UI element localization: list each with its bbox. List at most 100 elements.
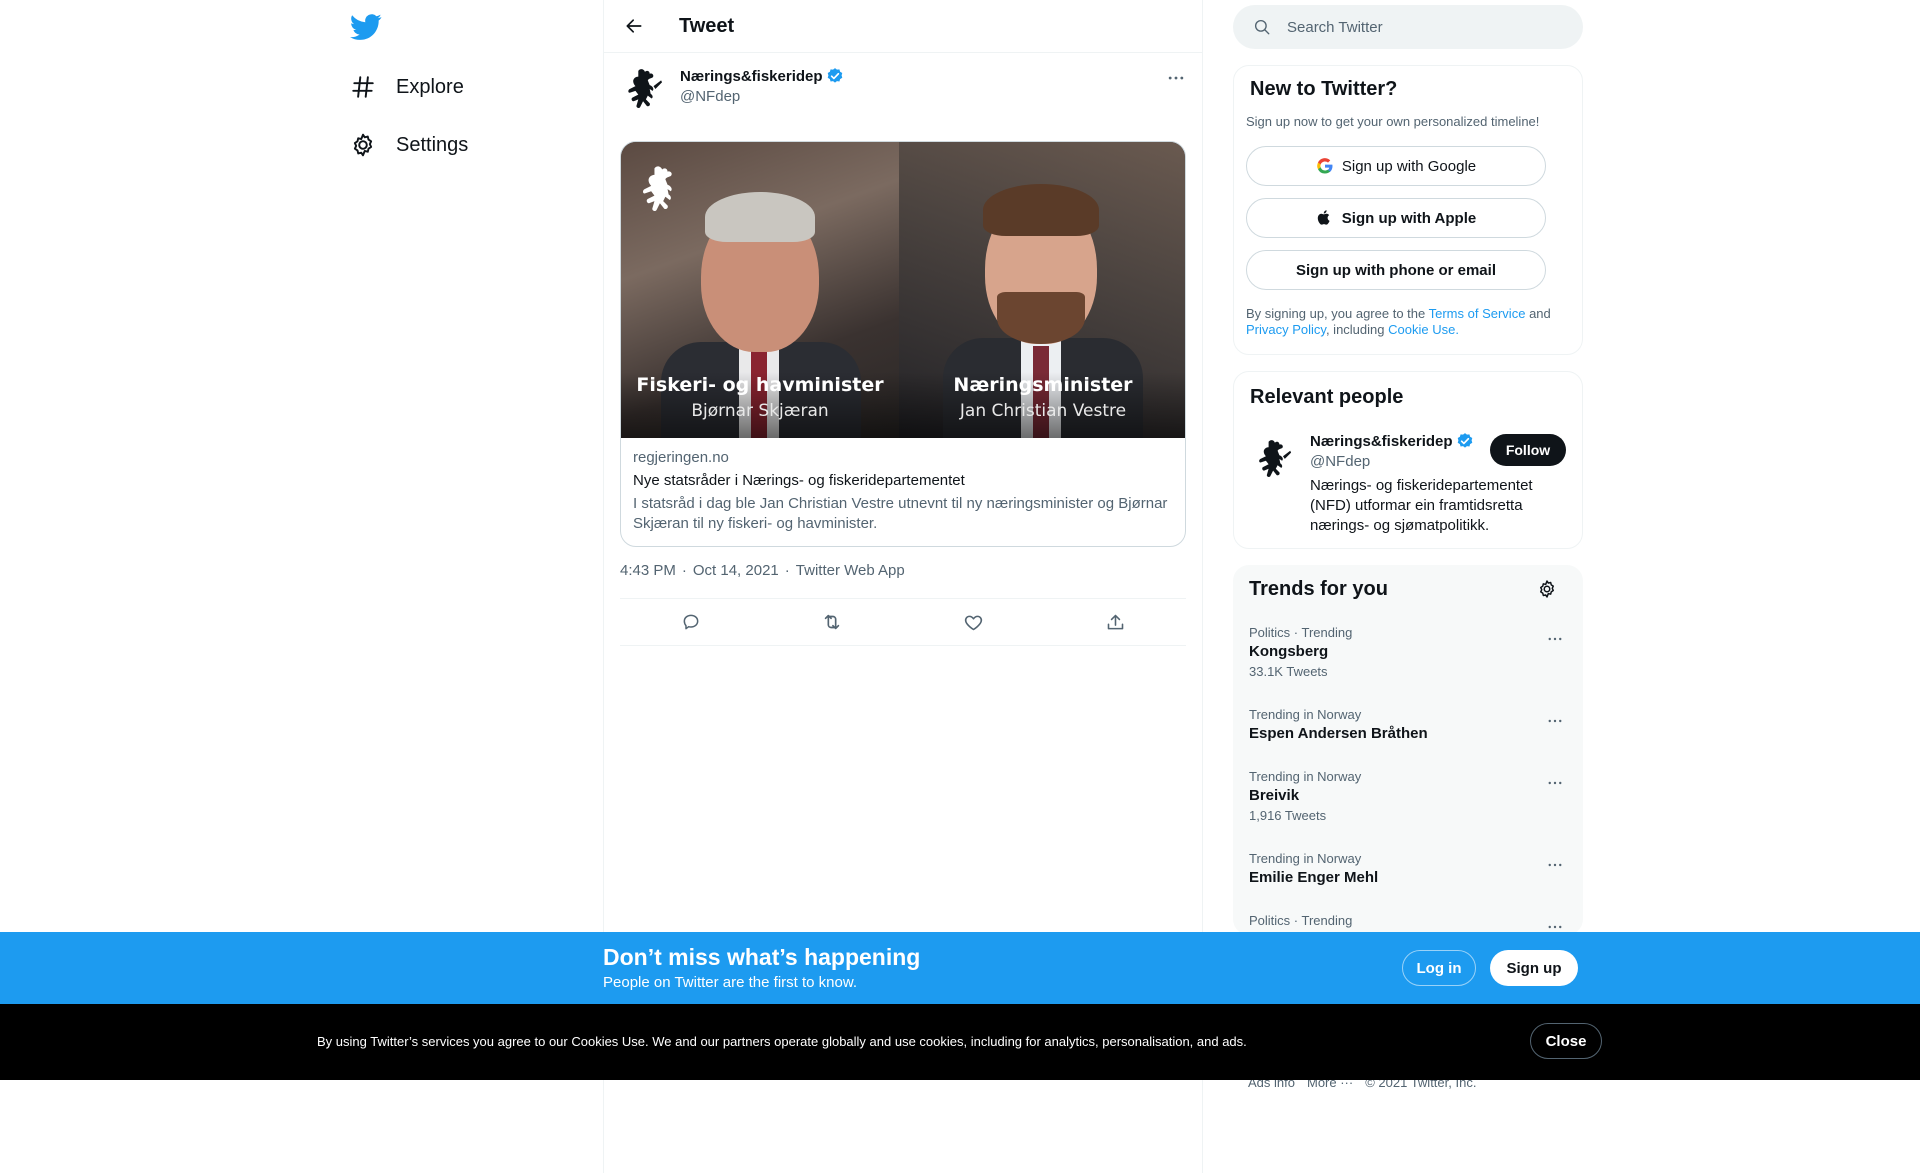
signup-phone-button[interactable]: Sign up with phone or email xyxy=(1246,250,1546,290)
trend-name: Kongsberg xyxy=(1249,643,1329,660)
card-title: Nye statsråder i Nærings- og fiskeridepa… xyxy=(633,472,965,489)
trend-meta: Politics · Trending xyxy=(1249,625,1353,640)
signup-panel: New to Twitter? Sign up now to get your … xyxy=(1233,65,1583,355)
signup-banner: Don’t miss what’s happening People on Tw… xyxy=(0,932,1920,1004)
trend-meta: Trending in Norway xyxy=(1249,851,1362,866)
share-button[interactable] xyxy=(1098,605,1132,639)
trend-more-button[interactable] xyxy=(1543,709,1567,733)
relevant-people-title: Relevant people xyxy=(1250,386,1404,408)
card-caption-left-title: Fiskeri- og havminister xyxy=(636,374,884,396)
nav-label-explore: Explore xyxy=(396,75,464,98)
card-domain: regjeringen.no xyxy=(633,449,729,466)
tweet-header: Tweet xyxy=(604,0,1202,53)
reply-icon xyxy=(683,614,699,630)
back-button[interactable] xyxy=(616,8,652,44)
gear-icon xyxy=(350,132,376,158)
more-dots-icon xyxy=(1548,781,1562,785)
more-dots-icon xyxy=(1548,719,1562,723)
nav-item-explore[interactable]: Explore xyxy=(350,62,464,112)
arrow-left-icon xyxy=(626,19,642,33)
tweet-source[interactable]: Twitter Web App xyxy=(796,562,905,579)
trends-title: Trends for you xyxy=(1249,578,1388,600)
card-image: Fiskeri- og havminister Bjørnar Skjæran … xyxy=(621,142,1185,438)
trend-more-button[interactable] xyxy=(1543,853,1567,877)
signup-terms: By signing up, you agree to the Terms of… xyxy=(1246,306,1566,338)
author-name: Nærings&fiskeridep xyxy=(680,67,823,85)
meta-separator: · xyxy=(784,562,790,579)
person-handle[interactable]: @NFdep xyxy=(1310,453,1370,470)
search-bar[interactable] xyxy=(1233,5,1583,49)
trend-item[interactable]: Trending in Norway Espen Andersen Bråthe… xyxy=(1233,707,1583,745)
avatar[interactable] xyxy=(1250,434,1298,482)
card-description: I statsråd i dag ble Jan Christian Vestr… xyxy=(633,495,1168,532)
apple-icon xyxy=(1316,209,1334,227)
banner-subtitle: People on Twitter are the first to know. xyxy=(603,974,858,991)
page-title: Tweet xyxy=(679,14,735,37)
avatar[interactable] xyxy=(620,64,668,112)
search-icon xyxy=(1253,18,1271,36)
signup-google-button[interactable]: Sign up with Google xyxy=(1246,146,1546,186)
trend-name: Espen Andersen Bråthen xyxy=(1249,725,1428,742)
trend-more-button[interactable] xyxy=(1543,771,1567,795)
trend-count: 1,916 Tweets xyxy=(1249,808,1327,823)
nav-label-settings: Settings xyxy=(396,133,469,156)
trend-meta: Trending in Norway xyxy=(1249,707,1362,722)
trends-settings-gear-icon[interactable] xyxy=(1537,579,1561,603)
like-button[interactable] xyxy=(957,605,991,639)
trend-name: Emilie Enger Mehl xyxy=(1249,869,1379,886)
signup-apple-button[interactable]: Sign up with Apple xyxy=(1246,198,1546,238)
terms-link[interactable]: Terms of Service xyxy=(1429,306,1526,321)
tweet-more-button[interactable] xyxy=(1164,66,1188,90)
apple-label: Sign up with Apple xyxy=(1341,209,1477,227)
meta-separator: · xyxy=(681,562,687,579)
relevant-people-panel: Relevant people Nærings&fiskeridep @NFde… xyxy=(1233,371,1583,549)
share-icon xyxy=(1107,614,1124,629)
cookie-use-link[interactable]: Cookie Use. xyxy=(1388,322,1459,337)
login-button[interactable]: Log in xyxy=(1402,950,1476,986)
tweet-metadata: 4:43 PM · Oct 14, 2021 · Twitter Web App xyxy=(620,562,905,579)
trends-panel: Trends for you Politics · Trending Kongs… xyxy=(1233,565,1583,935)
verified-badge-icon xyxy=(826,67,844,85)
trend-name: Breivik xyxy=(1249,787,1300,804)
trend-meta: Politics · Trending xyxy=(1249,913,1353,928)
reply-button[interactable] xyxy=(674,605,708,639)
terms-including: , including xyxy=(1325,322,1385,337)
privacy-link[interactable]: Privacy Policy xyxy=(1246,322,1326,337)
trend-item[interactable]: Trending in Norway Breivik 1,916 Tweets xyxy=(1233,769,1583,825)
card-caption-left-sub: Bjørnar Skjæran xyxy=(691,401,829,421)
cookie-close-button[interactable]: Close xyxy=(1530,1023,1602,1059)
banner-title: Don’t miss what’s happening xyxy=(603,944,921,970)
more-dots-icon xyxy=(1168,76,1184,80)
retweet-button[interactable] xyxy=(815,605,849,639)
cookie-text: By using Twitter’s services you agree to… xyxy=(317,1034,1247,1049)
more-dots-icon xyxy=(1548,637,1562,641)
link-card[interactable]: Fiskeri- og havminister Bjørnar Skjæran … xyxy=(620,141,1186,547)
twitter-logo-icon[interactable] xyxy=(350,11,384,45)
tweet-date[interactable]: Oct 14, 2021 xyxy=(693,562,779,579)
person-name[interactable]: Nærings&fiskeridep xyxy=(1310,432,1474,450)
person-bio: Nærings- og fiskeridepartementet (NFD) u… xyxy=(1310,477,1533,534)
trend-item[interactable]: Trending in Norway Emilie Enger Mehl xyxy=(1233,851,1583,889)
verified-badge-icon xyxy=(1456,432,1474,450)
more-dots-icon xyxy=(1548,863,1562,867)
trend-item[interactable]: Politics · Trending Kongsberg 33.1K Twee… xyxy=(1233,625,1583,681)
retweet-icon xyxy=(825,614,840,630)
card-caption-right-title: Næringsminister xyxy=(953,374,1133,396)
signup-button[interactable]: Sign up xyxy=(1490,950,1578,986)
search-input[interactable] xyxy=(1287,18,1547,36)
hashtag-icon xyxy=(350,74,376,100)
trend-item[interactable]: Politics · Trending xyxy=(1233,913,1583,929)
nav-item-settings[interactable]: Settings xyxy=(350,120,468,170)
signup-panel-title: New to Twitter? xyxy=(1250,78,1398,100)
tweet-author-name[interactable]: Nærings&fiskeridep xyxy=(680,67,844,85)
card-text: regjeringen.no Nye statsråder i Nærings-… xyxy=(633,448,1173,534)
signup-panel-subtitle: Sign up now to get your own personalized… xyxy=(1246,114,1540,129)
author-handle[interactable]: @NFdep xyxy=(680,88,740,105)
follow-button[interactable]: Follow xyxy=(1490,434,1566,466)
terms-prefix: By signing up, you agree to the xyxy=(1246,306,1426,321)
phone-label: Sign up with phone or email xyxy=(1295,261,1496,279)
tweet-time[interactable]: 4:43 PM xyxy=(620,562,676,579)
norway-lion-crest-icon xyxy=(643,166,672,212)
trend-more-button[interactable] xyxy=(1543,627,1567,651)
tweet-actions xyxy=(620,598,1186,646)
